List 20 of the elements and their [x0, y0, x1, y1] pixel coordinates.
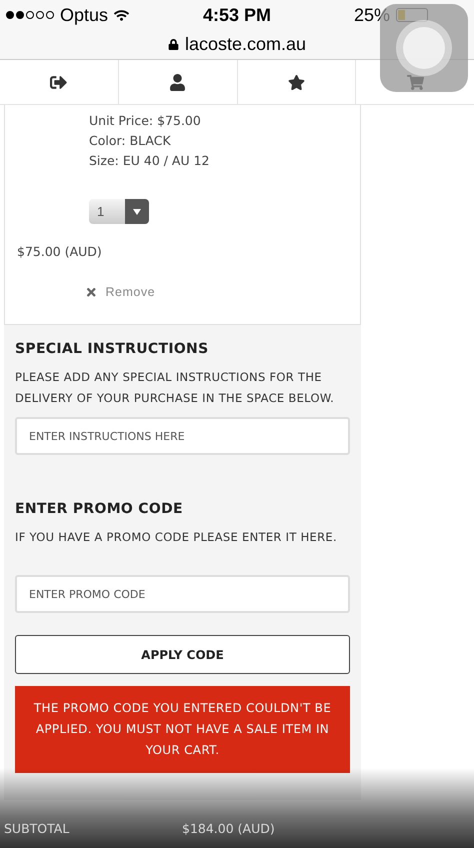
item-detail: Size: EU 40 / AU 12 [89, 152, 211, 170]
subtotal-value: $184.00 (AUD) [182, 821, 275, 836]
promo-text: IF YOU HAVE A PROMO CODE PLEASE ENTER IT HERE. [15, 529, 338, 546]
line-total: $75.00 (AUD) [17, 244, 103, 259]
battery-percent: 25% [354, 4, 390, 26]
quantity-select[interactable]: 1 [89, 199, 149, 224]
item-detail: Unit Price: $75.00 [89, 112, 202, 130]
clock-time: 4:53 PM [202, 4, 272, 26]
promo-code-field[interactable]: ENTER PROMO CODE [15, 575, 350, 613]
carrier-name: Optus [60, 4, 108, 26]
item-detail: Color: BLACK [89, 132, 172, 150]
instructions-text: PLEASE ADD ANY SPECIAL INSTRUCTIONS FOR THE DELIVERY OF YOUR PURCHASE IN THE SPACE BELOW. [15, 369, 336, 407]
section-heading: SPECIAL INSTRUCTIONS [15, 341, 210, 357]
url-text[interactable]: lacoste.com.au [184, 34, 306, 55]
instructions-field[interactable]: ENTER INSTRUCTIONS HERE [15, 417, 350, 455]
apply-code-button[interactable]: APPLY CODE [15, 635, 350, 674]
remove-link[interactable]: Remove [85, 285, 156, 299]
section-heading: ENTER PROMO CODE [15, 501, 184, 517]
error-message: THE PROMO CODE YOU ENTERED COULDN'T BE APPLIED. YOU MUST NOT HAVE A SALE ITEM IN YOUR CART. [15, 686, 350, 773]
subtotal-label: SUBTOTAL [4, 821, 70, 836]
